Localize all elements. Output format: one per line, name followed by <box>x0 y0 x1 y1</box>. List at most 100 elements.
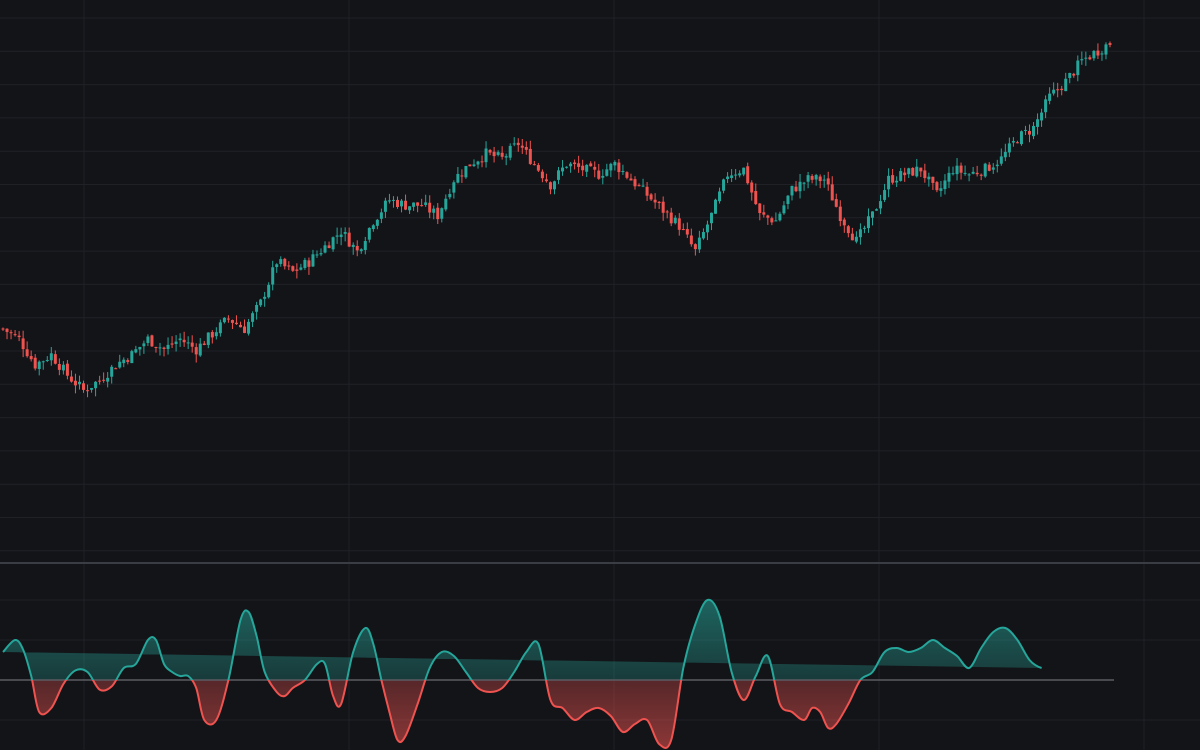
candle-body <box>1003 151 1007 158</box>
candle-body <box>86 390 90 392</box>
candle-body <box>766 215 770 218</box>
candle-body <box>178 338 182 341</box>
candle-body <box>170 343 174 345</box>
candle-body <box>939 188 943 191</box>
candle-body <box>496 152 500 155</box>
candle-body <box>251 313 255 322</box>
candle-body <box>806 175 810 182</box>
candle-body <box>979 174 983 176</box>
candle-body <box>1076 60 1080 76</box>
candle-body <box>593 166 597 170</box>
candle-body <box>90 387 94 390</box>
candle <box>911 167 915 177</box>
candle-body <box>991 167 995 170</box>
candle-body <box>762 212 766 215</box>
candle-body <box>645 186 649 196</box>
candle-body <box>669 212 673 224</box>
candle-body <box>830 184 834 201</box>
candle-body <box>61 364 65 371</box>
candle-body <box>263 296 267 299</box>
candle-body <box>375 219 379 226</box>
candle-body <box>218 322 222 334</box>
candle-body <box>158 347 162 349</box>
candle-body <box>581 165 585 171</box>
candle <box>714 198 718 214</box>
candle-body <box>879 201 883 209</box>
candle-body <box>613 161 617 166</box>
candle-body <box>609 163 613 171</box>
candle-body <box>923 170 927 179</box>
candle-body <box>484 148 488 163</box>
candle-body <box>222 317 226 323</box>
candle-body <box>742 167 746 175</box>
candle-body <box>750 182 754 193</box>
candle-body <box>512 143 516 145</box>
candle-body <box>573 162 577 165</box>
candle-body <box>774 220 778 222</box>
candle-body <box>343 232 347 234</box>
candle-body <box>557 170 561 180</box>
candle-body <box>488 150 492 153</box>
candle-body <box>983 163 987 177</box>
candle-body <box>1032 125 1036 137</box>
candle-body <box>822 179 826 181</box>
candle-body <box>420 205 424 207</box>
candle <box>983 162 987 178</box>
candle-body <box>794 186 798 192</box>
candle-body <box>532 164 536 166</box>
candle-body <box>234 322 238 325</box>
candle-body <box>279 259 283 264</box>
candle-body <box>605 169 609 176</box>
candle-body <box>440 208 444 219</box>
candle-body <box>633 179 637 187</box>
chart-root <box>0 0 1200 750</box>
candle-body <box>1040 112 1044 121</box>
candle-body <box>408 206 412 211</box>
candle-body <box>210 332 214 338</box>
candle-body <box>190 342 194 347</box>
candle-body <box>854 236 858 242</box>
candle-body <box>347 232 351 247</box>
candle-body <box>271 267 275 285</box>
candle-body <box>548 182 552 190</box>
candle-body <box>291 266 295 271</box>
candle-body <box>709 212 713 224</box>
candle-body <box>130 351 134 364</box>
candle-body <box>259 299 263 306</box>
candle-body <box>400 200 404 207</box>
candle-body <box>730 175 734 178</box>
candle-body <box>1019 131 1023 145</box>
candle-body <box>416 202 420 206</box>
candle-body <box>395 199 399 207</box>
candle <box>150 334 154 347</box>
candle-body <box>1007 143 1011 153</box>
candle <box>1019 130 1023 146</box>
candle-body <box>73 380 77 386</box>
candle-body <box>351 244 355 247</box>
candle-body <box>951 173 955 175</box>
candle-body <box>895 180 899 183</box>
candle-body <box>935 182 939 191</box>
candle-body <box>569 163 573 167</box>
candle-body <box>987 164 991 171</box>
candle-body <box>826 178 830 185</box>
candle-body <box>98 380 102 382</box>
candle-body <box>1044 99 1048 113</box>
candle-body <box>931 176 935 183</box>
candle-body <box>508 145 512 158</box>
candle-body <box>891 175 895 183</box>
candle-body <box>355 245 359 251</box>
candle-body <box>239 324 243 328</box>
candle-body <box>786 195 790 205</box>
candle-body <box>1027 130 1031 135</box>
candle-body <box>1060 88 1064 91</box>
candle-body <box>862 227 866 229</box>
candle-body <box>746 166 750 184</box>
candle-body <box>367 227 371 240</box>
candle-body <box>327 245 331 249</box>
candle-body <box>1072 73 1076 76</box>
candle-body <box>452 182 456 193</box>
candle-body <box>601 175 605 178</box>
candle-body <box>295 269 299 271</box>
candle-body <box>1100 53 1104 55</box>
